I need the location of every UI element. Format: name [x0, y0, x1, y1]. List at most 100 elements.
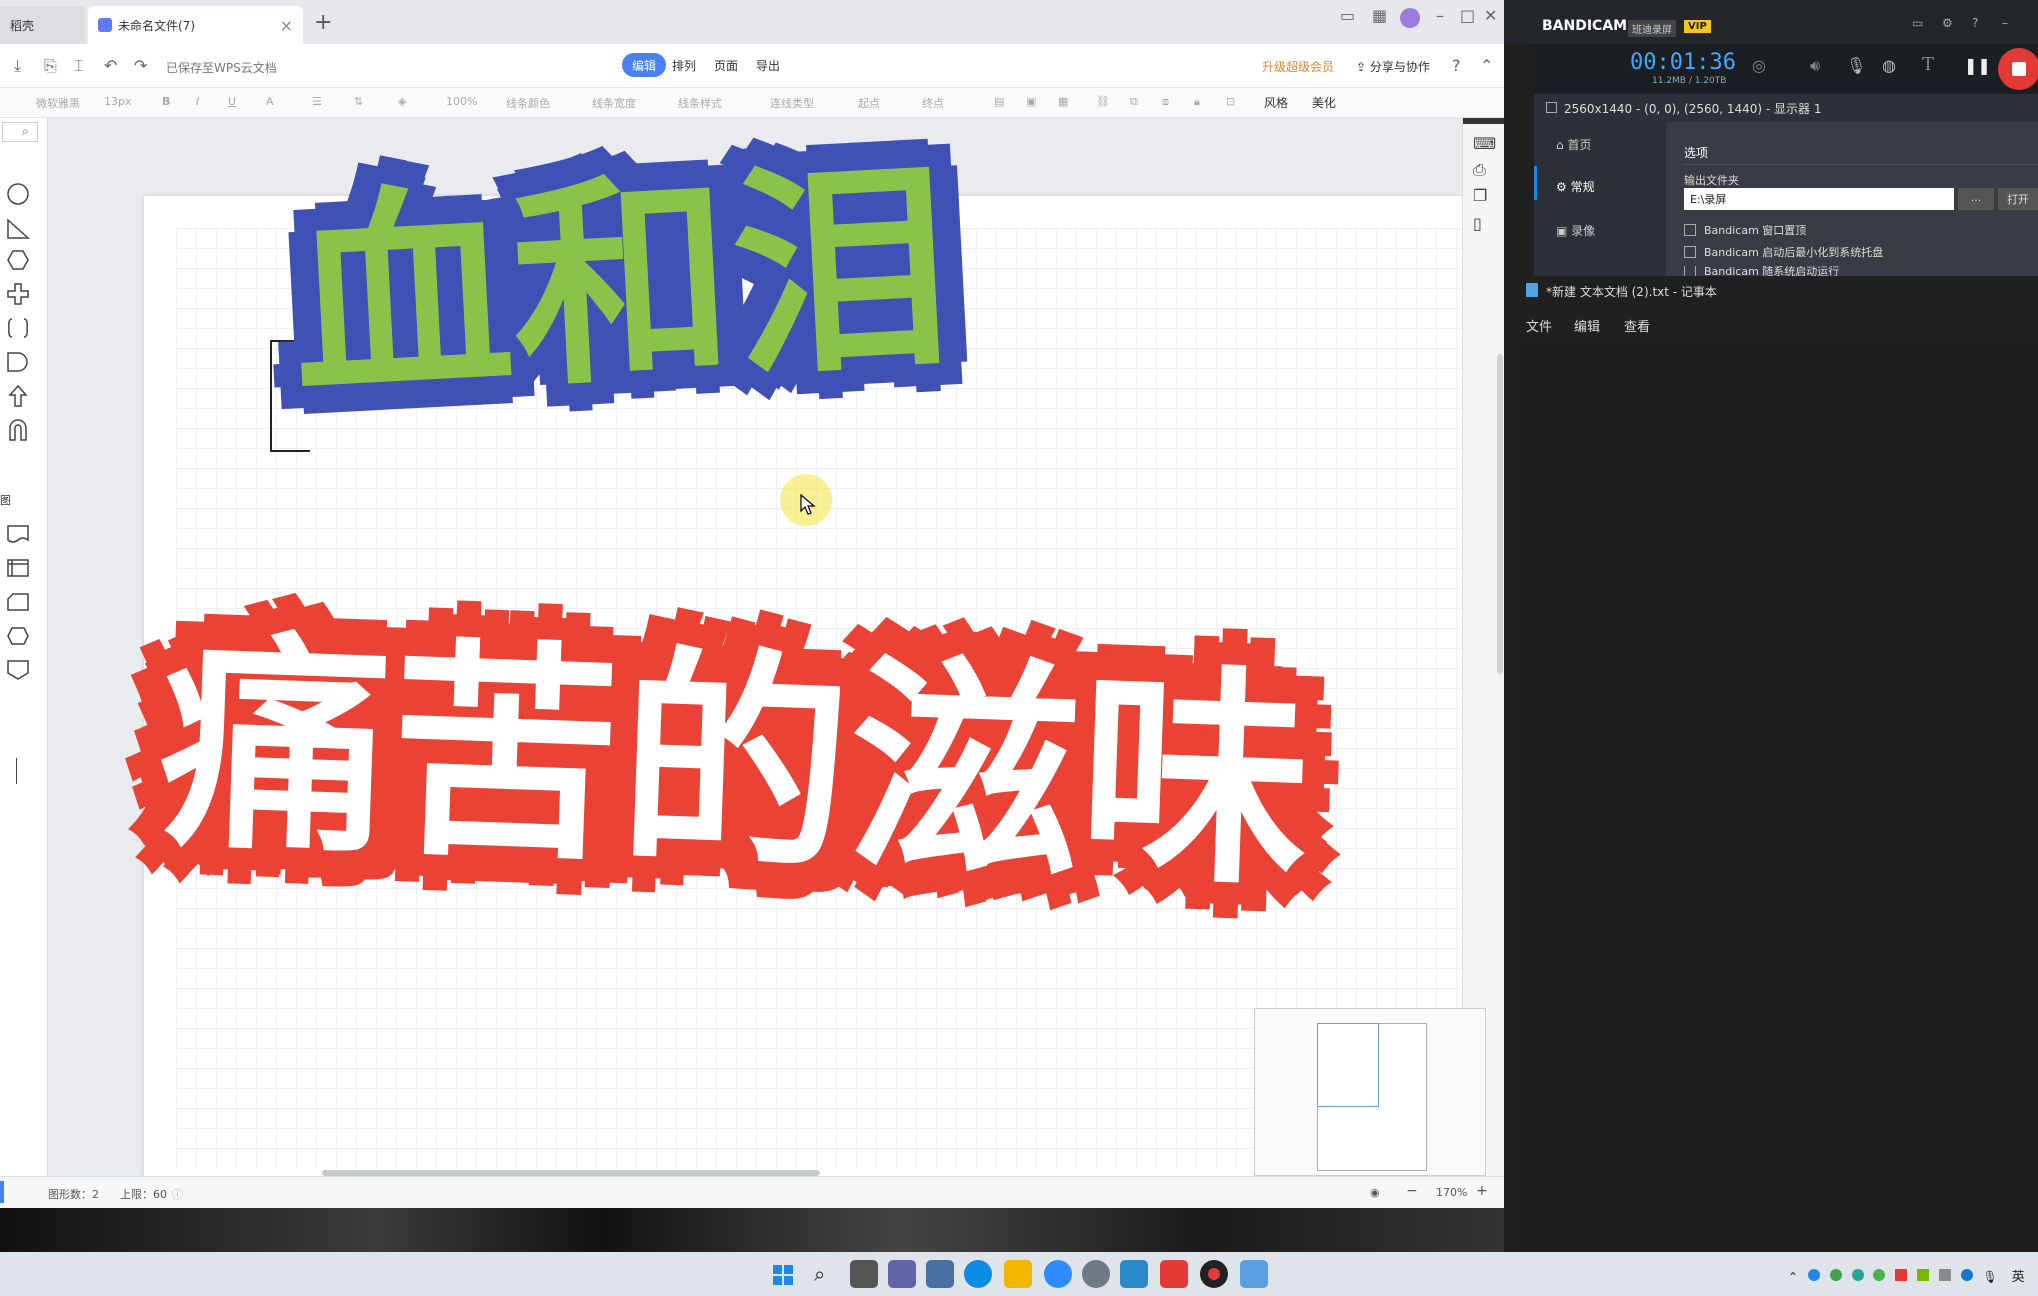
settings-icon[interactable] — [1082, 1260, 1110, 1288]
tray-app-icon[interactable] — [1807, 1269, 1820, 1281]
vertical-scrollbar[interactable] — [1497, 354, 1503, 674]
format-painter-icon[interactable]: ⌶ — [74, 56, 84, 76]
image-icon[interactable]: ▣ — [1026, 95, 1036, 108]
menu-view[interactable]: 查看 — [1624, 316, 1650, 335]
region-checkbox[interactable] — [1546, 102, 1557, 113]
style-button[interactable]: 风格 — [1264, 96, 1288, 110]
pages-icon[interactable]: ❐ — [1473, 186, 1487, 205]
text-overlay-icon[interactable]: T — [1922, 54, 1934, 75]
nvidia-icon[interactable] — [1917, 1269, 1930, 1281]
zoom-in-button[interactable]: + — [1476, 1183, 1488, 1199]
hexagon-shape-icon[interactable] — [6, 248, 30, 272]
input-language[interactable]: 英 — [2012, 1270, 2025, 1285]
task-view-icon[interactable] — [850, 1260, 878, 1288]
cross-shape-icon[interactable] — [6, 282, 30, 306]
title-text-top[interactable]: 血和泪 — [286, 139, 959, 429]
line-color-select[interactable]: 线条颜色 — [506, 95, 550, 111]
arrow-up-shape-icon[interactable] — [6, 384, 30, 408]
nav-home[interactable]: ⌂ 首页 — [1556, 136, 1591, 153]
align-icon[interactable]: ☰ — [312, 95, 322, 108]
line-style-select[interactable]: 线条样式 — [678, 95, 722, 111]
nav-general[interactable]: ⚙ 常规 — [1556, 178, 1595, 195]
comment-icon[interactable]: ⌨ — [1473, 134, 1496, 153]
triangle-shape-icon[interactable] — [6, 216, 30, 240]
checkbox-topmost[interactable]: Bandicam 窗口置顶 — [1684, 222, 1806, 238]
layout-icon[interactable]: ▭ — [1340, 6, 1355, 25]
menu-edit[interactable]: 编辑 — [1574, 316, 1600, 335]
font-size-select[interactable]: 13px — [104, 95, 132, 108]
line-spacing-icon[interactable]: ⇅ — [354, 95, 363, 108]
mouse-click-icon[interactable]: ◍ — [1882, 56, 1896, 75]
connector-type-select[interactable]: 连线类型 — [770, 95, 814, 111]
zoom-level[interactable]: 170% — [1436, 1186, 1467, 1199]
share-button[interactable]: ⇪ 分享与协作 — [1356, 58, 1430, 75]
download-icon[interactable]: ⤓ — [14, 56, 21, 76]
tray-wps-icon[interactable] — [1895, 1269, 1908, 1281]
shape-search-input[interactable] — [2, 122, 38, 142]
webcam-icon[interactable]: ◎ — [1752, 56, 1766, 75]
close-tab-icon[interactable]: × — [280, 16, 293, 35]
tab-page[interactable]: 页面 — [704, 53, 748, 77]
output-folder-input[interactable]: E:\录屏 — [1684, 188, 1954, 210]
card-shape-icon[interactable] — [6, 590, 30, 614]
font-family-select[interactable]: 微软雅黑 — [36, 95, 80, 111]
document-icon[interactable]: ▯ — [1473, 214, 1482, 233]
edge-icon[interactable] — [964, 1260, 992, 1288]
settings-icon[interactable]: ⚙ — [1942, 16, 1953, 30]
delay-shape-icon[interactable] — [6, 350, 30, 374]
maximize-button[interactable]: □ — [1460, 6, 1475, 25]
minimize-button[interactable]: – — [2002, 16, 2008, 30]
underline-icon[interactable]: U — [228, 95, 236, 108]
microphone-icon[interactable]: 🎙︎ — [1846, 56, 1866, 75]
tray-app-icon[interactable] — [1851, 1269, 1864, 1281]
minimap-panel[interactable] — [1254, 1008, 1486, 1176]
link-icon[interactable]: ⛓ — [1096, 95, 1110, 108]
info-icon[interactable]: ⓘ — [172, 1186, 183, 1202]
wechat-icon[interactable] — [1873, 1269, 1886, 1281]
teams-icon[interactable] — [888, 1260, 916, 1288]
minimap-viewport[interactable] — [1317, 1023, 1379, 1107]
upgrade-link[interactable]: 升级超级会员 — [1262, 58, 1334, 75]
title-text-bottom[interactable]: 痛苦的滋味 — [156, 611, 1315, 918]
line-width-select[interactable]: 线条宽度 — [592, 95, 636, 111]
notepad-window[interactable] — [1514, 276, 2038, 1252]
fill-color-icon[interactable]: ◈ — [398, 95, 406, 108]
panel-toggle[interactable] — [0, 1181, 4, 1203]
opacity-field[interactable]: 100% — [446, 95, 477, 108]
minimize-button[interactable]: – — [1436, 6, 1444, 25]
menu-file[interactable]: 文件 — [1526, 316, 1552, 335]
bandicam-icon[interactable] — [1200, 1260, 1228, 1288]
italic-icon[interactable]: I — [196, 95, 199, 108]
control-panel-icon[interactable] — [1120, 1260, 1148, 1288]
file-explorer-icon[interactable] — [1004, 1260, 1032, 1288]
app-icon[interactable] — [1044, 1260, 1072, 1288]
network-icon[interactable] — [1960, 1269, 1973, 1281]
calculator-icon[interactable] — [926, 1260, 954, 1288]
mic-icon[interactable]: 🎙︎ — [1983, 1270, 1998, 1284]
document-shape-icon[interactable] — [6, 522, 30, 546]
collapse-icon[interactable]: ⌃ — [1480, 56, 1493, 75]
close-window-button[interactable]: ✕ — [1484, 6, 1497, 25]
redo-icon[interactable]: ↷ — [134, 56, 147, 75]
group-icon[interactable]: ⧉ — [1130, 95, 1138, 109]
ungroup-icon[interactable]: ⧈ — [1162, 95, 1169, 109]
tab-daoke[interactable]: 稻壳 — [0, 6, 85, 44]
tab-edit[interactable]: 编辑 — [622, 53, 667, 77]
u-turn-shape-icon[interactable] — [6, 418, 30, 442]
pause-button[interactable]: ❚❚ — [1964, 56, 1991, 75]
table-icon[interactable]: ▦ — [1058, 95, 1068, 108]
tray-chevron-icon[interactable]: ⌃ — [1788, 1270, 1798, 1284]
vertical-line-shape-icon[interactable] — [16, 758, 17, 784]
speaker-icon[interactable]: 🔊︎ — [1810, 56, 1820, 76]
checkbox-minimize-tray[interactable]: Bandicam 启动后最小化到系统托盘 — [1684, 244, 1883, 260]
internal-storage-shape-icon[interactable] — [6, 556, 30, 580]
start-arrow-select[interactable]: 起点 — [858, 95, 880, 111]
font-color-icon[interactable]: A — [266, 95, 274, 108]
unlock-icon[interactable]: ⊡ — [1226, 95, 1235, 108]
end-arrow-select[interactable]: 终点 — [922, 95, 944, 111]
browse-button[interactable]: ... — [1958, 188, 1994, 210]
tab-export[interactable]: 导出 — [746, 53, 790, 77]
grid-apps-icon[interactable]: ▦ — [1372, 6, 1387, 25]
export-icon[interactable]: ⎘ — [44, 56, 57, 76]
undo-icon[interactable]: ↶ — [104, 56, 117, 75]
